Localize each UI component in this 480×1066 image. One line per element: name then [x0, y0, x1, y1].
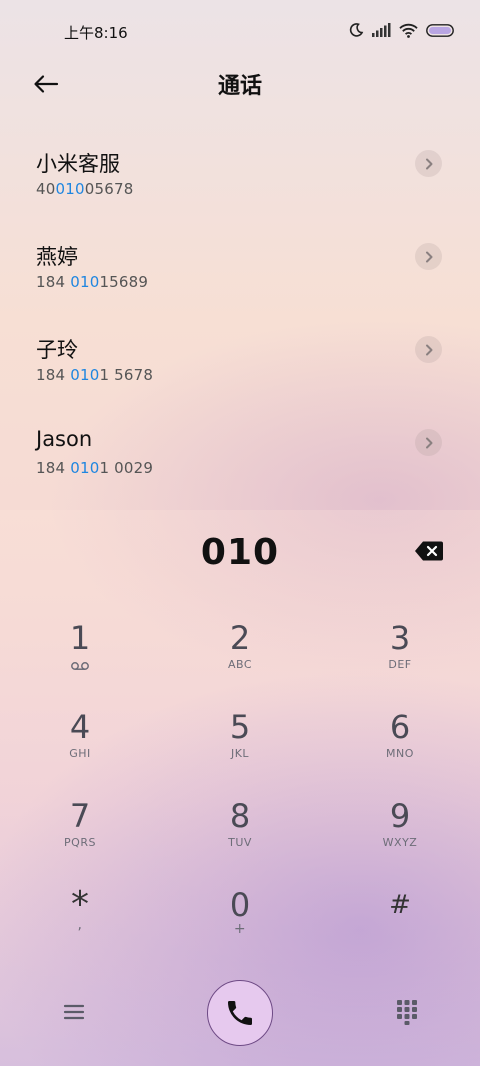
key-2[interactable]: 2 ABC — [180, 620, 300, 700]
page-title: 通话 — [217, 74, 262, 99]
dialpad-toggle-button[interactable] — [395, 998, 419, 1026]
contact-name: Jason — [36, 427, 93, 451]
moon-icon — [349, 23, 364, 37]
key-8[interactable]: 8 TUV — [180, 798, 300, 878]
status-bar: 上午8:16 — [0, 0, 480, 62]
dialpad-icon — [397, 1000, 417, 1025]
key-star[interactable]: * , — [20, 887, 140, 967]
backspace-icon — [415, 541, 443, 561]
chevron-right-icon — [425, 158, 432, 169]
key-1[interactable]: 1 — [20, 620, 140, 700]
key-0[interactable]: 0 + — [180, 887, 300, 967]
status-time: 上午8:16 — [64, 24, 128, 42]
key-7[interactable]: 7 PQRS — [20, 798, 140, 878]
contact-name: 小米客服 — [36, 152, 120, 176]
list-item[interactable]: 燕婷 184 01015689 — [0, 221, 480, 314]
list-item[interactable]: 子玲 184 0101 5678 — [0, 314, 480, 407]
phone-icon — [228, 1001, 252, 1025]
contact-number: 4001005678 — [36, 180, 134, 198]
chevron-right-icon — [425, 344, 432, 355]
status-icons — [348, 22, 454, 38]
backspace-button[interactable] — [414, 540, 444, 562]
key-9[interactable]: 9 WXYZ — [340, 798, 460, 878]
contact-results-list: 小米客服 4001005678 燕婷 184 01015689 子玲 184 0… — [0, 128, 480, 500]
contact-detail-button[interactable] — [415, 336, 442, 363]
list-item[interactable]: Jason 184 0101 0029 — [0, 407, 480, 500]
contact-name: 燕婷 — [36, 245, 78, 269]
contact-number: 184 0101 0029 — [36, 459, 154, 477]
wifi-icon — [399, 23, 418, 38]
contact-detail-button[interactable] — [415, 429, 442, 456]
key-3[interactable]: 3 DEF — [340, 620, 460, 700]
contact-number: 184 01015689 — [36, 273, 149, 291]
contact-detail-button[interactable] — [415, 150, 442, 177]
signal-icon — [372, 23, 391, 37]
call-button[interactable] — [207, 980, 273, 1046]
contact-name: 子玲 — [36, 338, 78, 362]
key-hash[interactable]: # — [340, 887, 460, 967]
menu-button[interactable] — [60, 998, 88, 1026]
bottom-bar — [0, 980, 480, 1050]
chevron-right-icon — [425, 437, 432, 448]
key-6[interactable]: 6 MNO — [340, 709, 460, 789]
header: 通话 — [0, 62, 480, 106]
list-item[interactable]: 小米客服 4001005678 — [0, 128, 480, 221]
menu-icon — [63, 1004, 85, 1020]
key-4[interactable]: 4 GHI — [20, 709, 140, 789]
voicemail-icon — [71, 662, 89, 670]
chevron-right-icon — [425, 251, 432, 262]
battery-icon — [426, 23, 454, 37]
contact-detail-button[interactable] — [415, 243, 442, 270]
contact-number: 184 0101 5678 — [36, 366, 154, 384]
key-5[interactable]: 5 JKL — [180, 709, 300, 789]
dialed-number-display: 010 — [200, 532, 280, 573]
